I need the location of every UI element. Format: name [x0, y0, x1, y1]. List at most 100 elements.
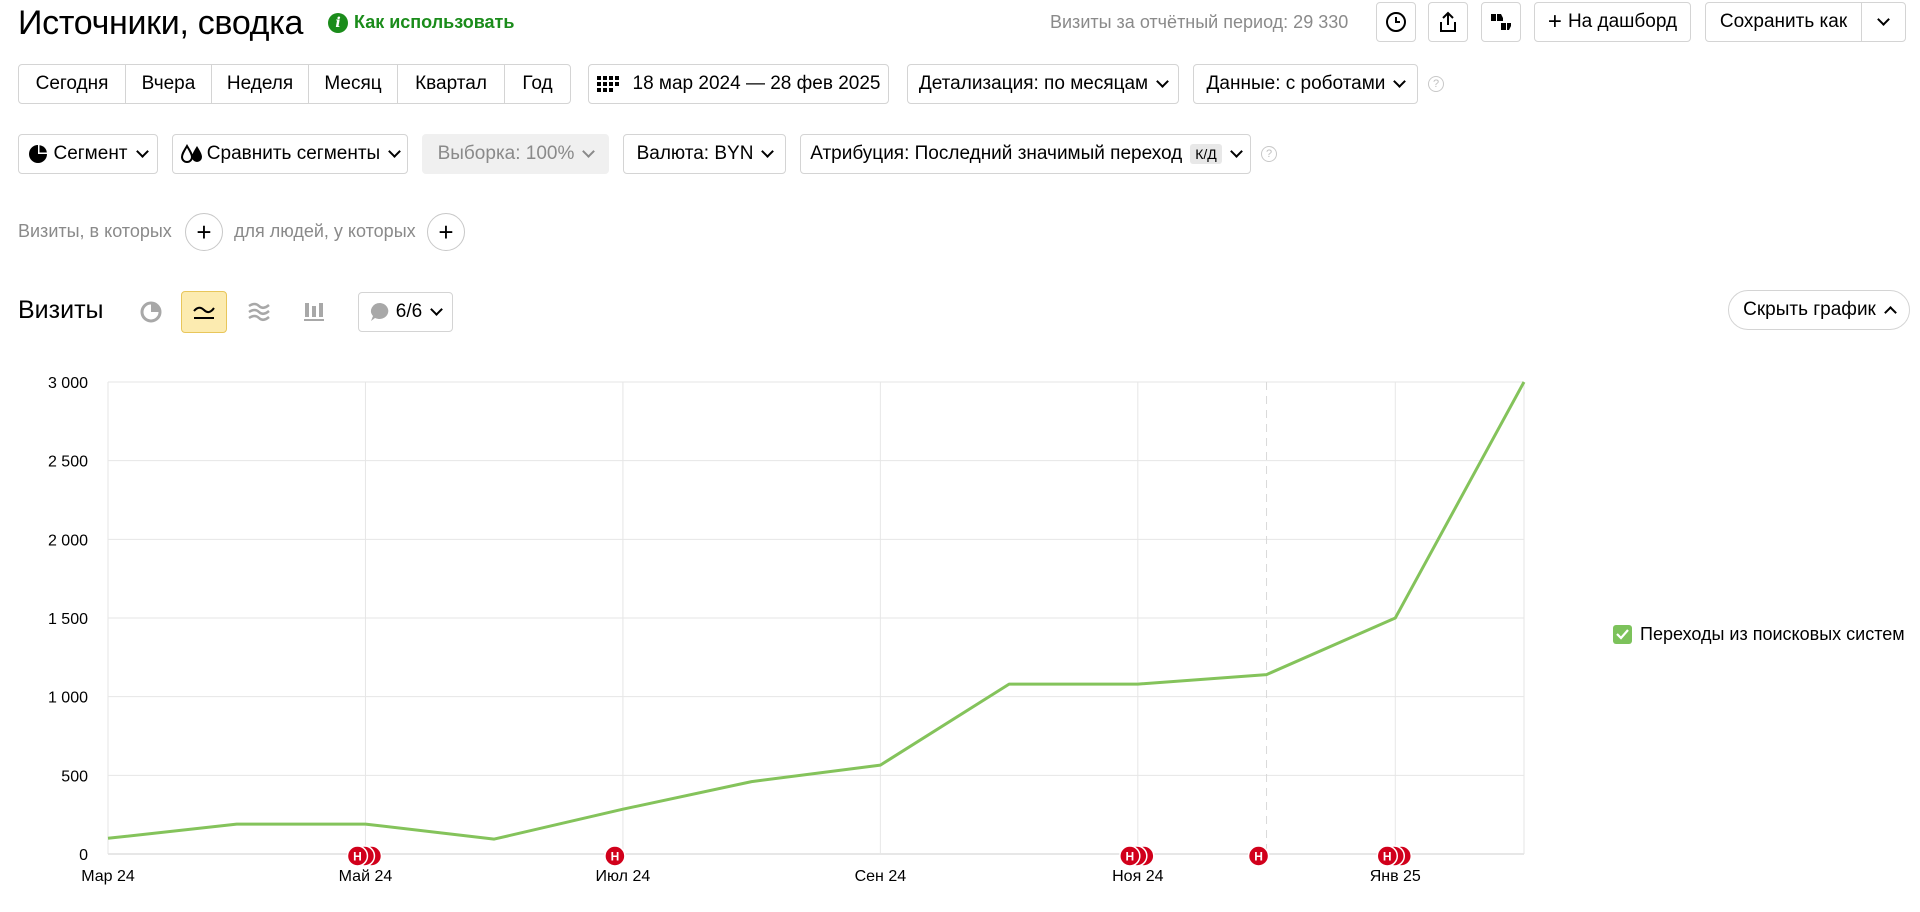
visits-total: Визиты за отчётный период: 29 330: [1050, 12, 1349, 32]
plus-icon: +: [196, 216, 212, 247]
y-tick-label: 1 000: [48, 690, 88, 707]
add-visit-filter-button[interactable]: +: [185, 213, 223, 251]
attribution-dropdown[interactable]: Атрибуция: Последний значимый переход К/…: [800, 134, 1251, 174]
people-where-label: для людей, у которых: [234, 221, 416, 241]
plus-icon: +: [438, 216, 454, 247]
area-view-button[interactable]: [236, 291, 282, 333]
how-to-use-label: Как использовать: [354, 12, 515, 32]
period-year[interactable]: Год: [505, 65, 570, 103]
line-chart-icon: [193, 306, 215, 319]
period-week[interactable]: Неделя: [212, 65, 309, 103]
segment-dropdown[interactable]: Сегмент: [18, 134, 158, 174]
add-to-dashboard-label: На дашборд: [1567, 11, 1678, 32]
compare-segments-label: Сравнить сегменты: [206, 143, 381, 164]
pie-view-button[interactable]: [128, 291, 174, 333]
annotation-label: Н: [611, 850, 620, 864]
annotation-label: Н: [1383, 850, 1392, 864]
period-selector: Сегодня Вчера Неделя Месяц Квартал Год: [18, 64, 571, 104]
share-button[interactable]: [1428, 2, 1468, 42]
chevron-down-icon: [430, 303, 444, 316]
chevron-down-icon: [1393, 75, 1407, 88]
save-as-label: Сохранить как: [1719, 11, 1848, 32]
y-tick-label: 2 000: [48, 532, 88, 549]
add-people-filter-button[interactable]: +: [427, 213, 465, 251]
date-range-picker[interactable]: 18 мар 2024 — 28 фев 2025: [588, 64, 889, 104]
annotation-marker[interactable]: Н: [346, 845, 383, 867]
chevron-down-icon: [1877, 13, 1890, 26]
help-icon[interactable]: ?: [1428, 76, 1444, 92]
annotation-label: Н: [1254, 850, 1263, 864]
chevron-down-icon: [582, 145, 596, 158]
currency-dropdown[interactable]: Валюта: BYN: [623, 134, 786, 174]
how-to-use-link[interactable]: i Как использовать: [328, 12, 514, 33]
currency-label: Валюта: BYN: [636, 143, 754, 164]
line-view-button[interactable]: [181, 291, 227, 333]
chevron-down-icon: [388, 145, 402, 158]
legend-label: Переходы из поисковых систем: [1640, 624, 1905, 644]
x-tick-label: Май 24: [339, 868, 393, 885]
date-range-label: 18 мар 2024 — 28 фев 2025: [632, 73, 881, 94]
y-tick-label: 2 500: [48, 454, 88, 471]
section-title: Визиты: [18, 296, 104, 324]
hide-chart-button[interactable]: Скрыть график: [1728, 290, 1910, 330]
chevron-down-icon: [761, 145, 775, 158]
compare-segments-dropdown[interactable]: Сравнить сегменты: [172, 134, 408, 174]
info-icon: i: [328, 12, 348, 33]
period-yesterday[interactable]: Вчера: [126, 65, 212, 103]
sample-dropdown[interactable]: Выборка: 100%: [422, 134, 609, 174]
y-tick-label: 500: [61, 768, 88, 785]
save-as-dropdown[interactable]: [1861, 2, 1906, 42]
segment-label: Сегмент: [53, 143, 128, 164]
data-filter-label: Данные: с роботами: [1206, 73, 1386, 94]
chevron-down-icon: [135, 145, 149, 158]
calendar-icon: [596, 76, 619, 92]
x-tick-label: Ноя 24: [1112, 868, 1163, 885]
drops-icon: [180, 144, 202, 163]
attribution-badge: К/Д: [1190, 144, 1222, 164]
feedback-button[interactable]: [1481, 2, 1521, 42]
hide-chart-label: Скрыть график: [1743, 299, 1876, 320]
period-quarter[interactable]: Квартал: [398, 65, 505, 103]
comment-icon: [370, 303, 389, 321]
annotation-marker[interactable]: Н: [1119, 845, 1155, 867]
annotation-marker[interactable]: Н: [1247, 845, 1270, 867]
chevron-down-icon: [1156, 75, 1169, 88]
help-icon[interactable]: ?: [1261, 146, 1277, 162]
annotation-label: Н: [353, 850, 362, 864]
x-tick-label: Мар 24: [81, 868, 135, 885]
y-tick-label: 0: [79, 847, 88, 864]
legend-checkbox[interactable]: [1613, 625, 1632, 644]
x-tick-label: Сен 24: [855, 868, 907, 885]
x-tick-label: Янв 25: [1370, 868, 1421, 885]
clock-icon: [1386, 12, 1406, 32]
pie-chart-icon: [140, 301, 162, 323]
check-icon: [1616, 629, 1629, 640]
annotation-marker[interactable]: Н: [1376, 845, 1413, 867]
share-icon: [1440, 11, 1456, 32]
chevron-down-icon: [1229, 145, 1243, 158]
save-as-button[interactable]: Сохранить как: [1705, 2, 1862, 42]
data-filter-dropdown[interactable]: Данные: с роботами: [1193, 64, 1418, 104]
x-tick-label: Июл 24: [596, 868, 651, 885]
period-month[interactable]: Месяц: [309, 65, 398, 103]
chevron-up-icon: [1884, 306, 1897, 319]
bar-chart-icon: [304, 303, 324, 321]
attribution-label: Атрибуция: Последний значимый переход: [810, 143, 1183, 164]
annotations-dropdown[interactable]: 6/6: [358, 292, 453, 332]
annotation-marker[interactable]: Н: [604, 845, 626, 867]
history-button[interactable]: [1376, 2, 1416, 42]
visits-chart: 0 500 1 000 1 500 2 000 2 500 3 000 Мар 24 Май …: [48, 375, 1526, 885]
thumbs-icon: [1491, 14, 1511, 30]
y-tick-label: 1 500: [48, 611, 88, 628]
bar-view-button[interactable]: [291, 291, 337, 333]
page-title: Источники, сводка: [18, 4, 304, 42]
period-today[interactable]: Сегодня: [19, 65, 126, 103]
area-chart-icon: [248, 302, 270, 321]
chart-legend[interactable]: Переходы из поисковых систем: [1613, 624, 1905, 645]
pie-icon: [29, 145, 48, 163]
detail-label: Детализация: по месяцам: [918, 73, 1149, 94]
detail-dropdown[interactable]: Детализация: по месяцам: [907, 64, 1179, 104]
annotations-label: 6/6: [395, 301, 423, 322]
add-to-dashboard-button[interactable]: + На дашборд: [1534, 2, 1691, 42]
plus-icon: +: [1547, 8, 1562, 35]
